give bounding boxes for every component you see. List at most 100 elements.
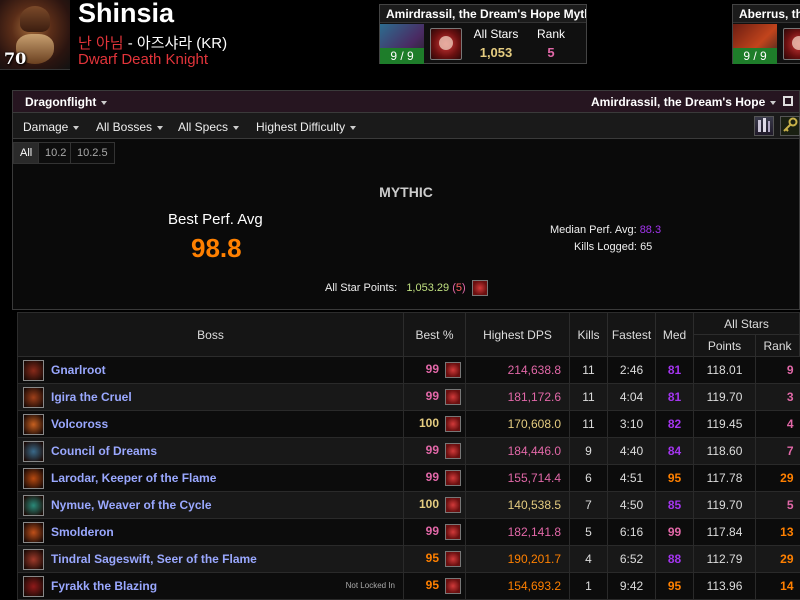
median: 95 (655, 464, 694, 492)
boss-cell[interactable]: Nymue, Weaver of the Cycle (17, 491, 404, 519)
report-icon[interactable] (445, 362, 461, 378)
best-percent-cell[interactable]: 99 (403, 464, 466, 492)
boss-icon (23, 576, 44, 597)
boss-name[interactable]: Igira the Cruel (51, 390, 132, 404)
boss-name[interactable]: Fyrakk the Blazing (51, 579, 157, 593)
report-icon[interactable] (445, 524, 461, 540)
boss-name[interactable]: Tindral Sageswift, Seer of the Flame (51, 552, 257, 566)
boss-name[interactable]: Volcoross (51, 417, 108, 431)
tab-10-2-5[interactable]: 10.2.5 (70, 142, 115, 164)
realm-name[interactable]: 아즈샤라 (KR) (137, 35, 227, 52)
table-row[interactable]: Gnarlroot 99 214,638.8 11 2:46 81 118.01 9 (17, 356, 800, 384)
boss-portrait-icon (430, 28, 462, 60)
zone-dropdown[interactable]: Amirdrassil, the Dream's Hope (591, 95, 777, 109)
boss-cell[interactable]: Gnarlroot (17, 356, 404, 384)
table-row[interactable]: Council of Dreams 99 184,446.0 9 4:40 84 118.6… (17, 437, 800, 465)
boss-cell[interactable]: Fyrakk the Blazing Not Locked In (17, 572, 404, 600)
report-icon[interactable] (445, 551, 461, 567)
table-row[interactable]: Smolderon 99 182,141.8 5 6:16 99 117.84 13 (17, 518, 800, 546)
table-row[interactable]: Volcoross 100 170,608.0 11 3:10 82 119.45 4 (17, 410, 800, 438)
col-kills[interactable]: Kills (569, 312, 608, 357)
boss-name[interactable]: Council of Dreams (51, 444, 157, 458)
best-percent: 99 (425, 470, 439, 485)
col-fastest[interactable]: Fastest (607, 312, 656, 357)
best-percent: 99 (425, 389, 439, 404)
key-icon[interactable] (780, 116, 800, 136)
expansion-dropdown[interactable]: Dragonflight (25, 95, 108, 109)
report-icon[interactable] (445, 443, 461, 459)
col-med[interactable]: Med (655, 312, 694, 357)
expansion-bar: Dragonflight Amirdrassil, the Dream's Ho… (13, 91, 799, 113)
table-row[interactable]: Igira the Cruel 99 181,172.6 11 4:04 81 119.70… (17, 383, 800, 411)
boss-name[interactable]: Smolderon (51, 525, 114, 539)
col-dps[interactable]: Highest DPS (465, 312, 570, 357)
best-percent-cell[interactable]: 95 (403, 572, 466, 600)
bosses-dropdown[interactable]: All Bosses (96, 120, 164, 134)
best-percent-cell[interactable]: 100 (403, 410, 466, 438)
boss-name[interactable]: Larodar, Keeper of the Flame (51, 471, 216, 485)
boss-cell[interactable]: Tindral Sageswift, Seer of the Flame (17, 545, 404, 573)
boss-name[interactable]: Gnarlroot (51, 363, 106, 377)
all-stars-label: All Stars (473, 27, 519, 41)
filter-bar: Damage All Bosses All Specs Highest Diff… (13, 113, 800, 139)
best-percent-cell[interactable]: 99 (403, 383, 466, 411)
guild-name[interactable]: 난 아님 (78, 35, 124, 52)
table-row[interactable]: Fyrakk the Blazing Not Locked In 95 154,693… (17, 572, 800, 600)
best-percent-cell[interactable]: 99 (403, 437, 466, 465)
allstar-points: 117.78 (693, 464, 756, 492)
character-name: Shinsia (78, 0, 175, 28)
zone-card-aberrus[interactable]: Aberrus, the Shadowed Crucible Mythic 9 … (732, 4, 800, 64)
boss-name[interactable]: Nymue, Weaver of the Cycle (51, 498, 212, 512)
col-boss[interactable]: Boss (17, 312, 404, 357)
tab-10-2[interactable]: 10.2 (38, 142, 74, 164)
col-points[interactable]: Points (693, 334, 756, 357)
maximize-icon[interactable] (783, 96, 793, 106)
best-perf-value: 98.8 (191, 233, 242, 263)
median: 84 (655, 437, 694, 465)
boss-cell[interactable]: Volcoross (17, 410, 404, 438)
lock-status: Not Locked In (345, 581, 395, 590)
role-filter-icon[interactable] (754, 116, 774, 136)
rank-value: 5 (547, 45, 555, 60)
rank-label: Rank (536, 27, 565, 41)
col-rank[interactable]: Rank (755, 334, 800, 357)
specs-dropdown[interactable]: All Specs (178, 120, 240, 134)
zone-progress: 9 / 9 (733, 48, 777, 64)
report-icon[interactable] (445, 497, 461, 513)
metric-dropdown[interactable]: Damage (23, 120, 80, 134)
boss-cell[interactable]: Council of Dreams (17, 437, 404, 465)
median: 81 (655, 383, 694, 411)
allstar-points: 113.96 (693, 572, 756, 600)
best-percent-cell[interactable]: 99 (403, 356, 466, 384)
tab-all[interactable]: All (13, 142, 40, 164)
best-percent-cell[interactable]: 95 (403, 545, 466, 573)
boss-rankings-table: Boss Best % Highest DPS Kills Fastest Me… (17, 312, 800, 600)
best-percent: 99 (425, 362, 439, 377)
difficulty-heading: MYTHIC (379, 184, 433, 200)
best-percent-cell[interactable]: 100 (403, 491, 466, 519)
zone-progress: 9 / 9 (380, 48, 424, 64)
difficulty-dropdown[interactable]: Highest Difficulty (256, 120, 357, 134)
col-best[interactable]: Best % (403, 312, 466, 357)
boss-cell[interactable]: Igira the Cruel (17, 383, 404, 411)
character-header: 70 Shinsia 난 아님 - 아즈샤라 (KR) Dwarf Death … (0, 0, 800, 86)
report-icon[interactable] (445, 416, 461, 432)
chevron-down-icon (101, 100, 108, 105)
table-row[interactable]: Nymue, Weaver of the Cycle 100 140,538.5 7 4… (17, 491, 800, 519)
zone-card-amirdrassil[interactable]: Amirdrassil, the Dream's Hope Mythic 9 /… (379, 4, 587, 64)
table-row[interactable]: Larodar, Keeper of the Flame 99 155,714.4 6… (17, 464, 800, 492)
fastest: 3:10 (607, 410, 656, 438)
col-allstars: All Stars (693, 312, 800, 335)
best-percent-cell[interactable]: 99 (403, 518, 466, 546)
report-icon[interactable] (445, 389, 461, 405)
report-icon[interactable] (445, 470, 461, 486)
boss-cell[interactable]: Smolderon (17, 518, 404, 546)
zone-progress-icon: 9 / 9 (380, 24, 424, 64)
median: 88 (655, 545, 694, 573)
boss-icon (23, 414, 44, 435)
table-row[interactable]: Tindral Sageswift, Seer of the Flame 95 19… (17, 545, 800, 573)
report-icon[interactable] (445, 578, 461, 594)
fastest: 4:04 (607, 383, 656, 411)
boss-cell[interactable]: Larodar, Keeper of the Flame (17, 464, 404, 492)
kills-logged: Kills Logged: 65 (574, 241, 653, 253)
